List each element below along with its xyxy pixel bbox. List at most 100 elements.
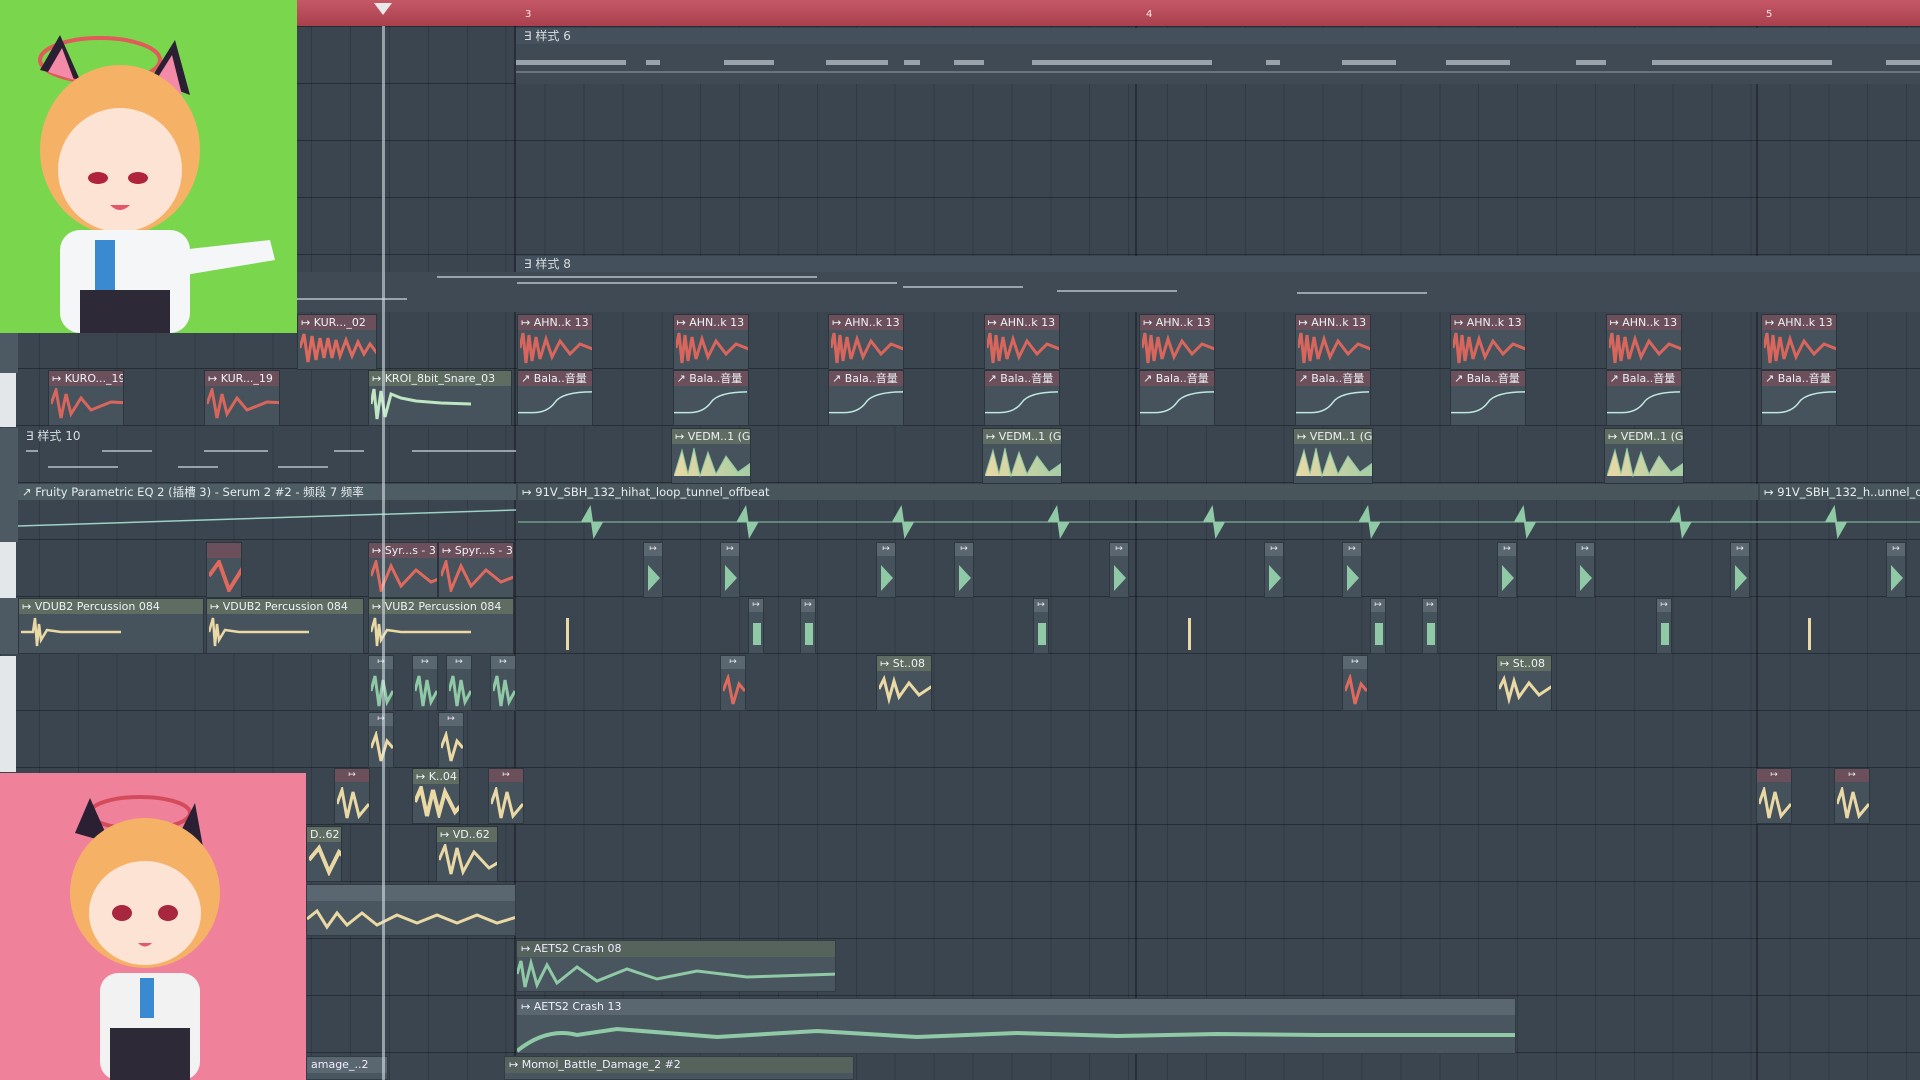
pattern-10-header[interactable]: ∃ 样式 10 [18, 428, 516, 444]
perc-mark-1 [566, 618, 569, 650]
clip-d-62[interactable]: D..62 [306, 826, 342, 882]
clip-bala-4[interactable]: ↗ Bala..音量 [983, 370, 1060, 426]
clip-shot-b-2[interactable]: ↦ [412, 655, 438, 711]
clip-vdub-a[interactable]: ↦ VDUB2 Percussion 084 [18, 598, 204, 654]
clip-damage-a[interactable]: amage_..2 [306, 1056, 388, 1080]
clip-ahn-4[interactable]: ↦ AHN..k 13 [983, 314, 1060, 370]
clip-k-shot-1[interactable]: ↦ [334, 768, 370, 824]
clip-eq-automation[interactable]: ↗ Fruity Parametric EQ 2 (插槽 3) - Serum … [18, 484, 516, 500]
clip-ahn-2[interactable]: ↦ AHN..k 13 [672, 314, 749, 370]
clip-bala-9[interactable]: ↗ Bala..音量 [1761, 370, 1837, 426]
clip-k-04[interactable]: ↦ K..04 [412, 768, 460, 824]
playhead-line [382, 26, 385, 1080]
timeline-ruler[interactable]: 3 4 5 [297, 0, 1920, 26]
clip-hihat-shot-5[interactable]: ↦ [1109, 542, 1129, 598]
clip-hihat-shot-7[interactable]: ↦ [1342, 542, 1362, 598]
clip-k-shot-3[interactable]: ↦ [1756, 768, 1792, 824]
clip-vedm-4[interactable]: ↦ VEDM..1 (G) [1604, 428, 1684, 484]
clip-bala-2[interactable]: ↗ Bala..音量 [672, 370, 749, 426]
clip-ahn-7[interactable]: ↦ AHN..k 13 [1450, 314, 1526, 370]
clip-perc-shot-2[interactable]: ↦ [800, 598, 816, 654]
track-side-4[interactable] [0, 485, 18, 542]
clip-perc-shot-1[interactable]: ↦ [748, 598, 764, 654]
bar-number-4: 4 [1146, 9, 1153, 20]
clip-ahn-5[interactable]: ↦ AHN..k 13 [1139, 314, 1215, 370]
clip-perc-shot-4[interactable]: ↦ [1370, 598, 1386, 654]
clip-k-shot-4[interactable]: ↦ [1834, 768, 1870, 824]
clip-ahn-1[interactable]: ↦ AHN..k 13 [517, 314, 593, 370]
clip-vdub-c[interactable]: ↦ VUB2 Percussion 084 [368, 598, 514, 654]
clip-bala-5[interactable]: ↗ Bala..音量 [1139, 370, 1215, 426]
clip-aets2-crash-08[interactable]: ↦ AETS2 Crash 08 [516, 940, 836, 992]
clip-syr-short[interactable] [206, 542, 242, 598]
playhead-marker-icon[interactable] [374, 3, 392, 15]
clip-hihat-shot-9[interactable]: ↦ [1575, 542, 1595, 598]
track-side-7[interactable] [0, 656, 16, 712]
clip-hihat-shot-4[interactable]: ↦ [954, 542, 974, 598]
clip-ahn-9[interactable]: ↦ AHN..k 13 [1761, 314, 1837, 370]
clip-hihat-shot-6[interactable]: ↦ [1264, 542, 1284, 598]
clip-kur-19b[interactable]: ↦ KUR..._19 [204, 370, 280, 426]
clip-shot-b-4[interactable]: ↦ [490, 655, 516, 711]
clip-ahn-6[interactable]: ↦ AHN..k 13 [1294, 314, 1371, 370]
clip-aets2-crash-13[interactable]: ↦ AETS2 Crash 13 [516, 998, 1516, 1054]
clip-st-08a[interactable]: ↦ St..08 [876, 655, 932, 711]
clip-bala-6[interactable]: ↗ Bala..音量 [1294, 370, 1371, 426]
clip-shot-b-1[interactable]: ↦ [368, 655, 394, 711]
clip-shot-c-2[interactable]: ↦ [438, 712, 464, 768]
pattern-6-header[interactable]: ∃ 样式 6 [516, 28, 1920, 44]
clip-kroi-snare[interactable]: ↦ KROI_8bit_Snare_03 [368, 370, 512, 426]
clip-hihat-loop[interactable]: ↦ 91V_SBH_132_hihat_loop_tunnel_offbeat [518, 484, 1758, 500]
eq-automation-curve[interactable] [18, 500, 516, 540]
clip-syr-a[interactable]: ↦ Syr...s - 3 [368, 542, 438, 598]
track-side-3[interactable] [0, 428, 18, 485]
clip-vedm-2[interactable]: ↦ VEDM..1 (G) [982, 428, 1062, 484]
clip-red-shot-2[interactable]: ↦ [1342, 655, 1368, 711]
bar-line-4 [1135, 26, 1137, 1080]
track-side-5[interactable] [0, 542, 16, 598]
bar-line-5 [1756, 26, 1758, 1080]
clip-vedm-1[interactable]: ↦ VEDM..1 (G) [671, 428, 751, 484]
clip-hihat-loop-2[interactable]: ↦ 91V_SBH_132_h..unnel_o [1760, 484, 1920, 500]
clip-shot-c-1[interactable]: ↦ [368, 712, 394, 768]
clip-hihat-shot-1[interactable]: ↦ [643, 542, 663, 598]
clip-sustain-long[interactable] [306, 884, 516, 936]
streamer-avatar-bottom [0, 773, 306, 1080]
clip-hihat-shot-2[interactable]: ↦ [720, 542, 740, 598]
clip-k-shot-2[interactable]: ↦ [488, 768, 524, 824]
clip-bala-8[interactable]: ↗ Bala..音量 [1605, 370, 1682, 426]
clip-hihat-shot-3[interactable]: ↦ [876, 542, 896, 598]
clip-vdub-b[interactable]: ↦ VDUB2 Percussion 084 [206, 598, 364, 654]
clip-perc-shot-6[interactable]: ↦ [1656, 598, 1672, 654]
pattern-6-clip[interactable] [516, 44, 1920, 84]
perc-mark-2 [1188, 618, 1191, 650]
clip-bala-3[interactable]: ↗ Bala..音量 [828, 370, 904, 426]
clip-vd-62[interactable]: ↦ VD..62 [436, 826, 498, 882]
clip-shot-b-3[interactable]: ↦ [446, 655, 472, 711]
clip-perc-shot-3[interactable]: ↦ [1033, 598, 1049, 654]
track-side-1[interactable] [0, 333, 18, 373]
clip-kuro-19a[interactable]: ↦ KURO..._19 [48, 370, 124, 426]
clip-hihat-shot-10[interactable]: ↦ [1730, 542, 1750, 598]
clip-kur-02[interactable]: ↦ KUR..._02 [297, 314, 377, 370]
clip-ahn-8[interactable]: ↦ AHN..k 13 [1605, 314, 1682, 370]
clip-perc-shot-5[interactable]: ↦ [1422, 598, 1438, 654]
clip-red-shot-1[interactable]: ↦ [720, 655, 746, 711]
pattern-8-clip[interactable] [297, 272, 1920, 312]
clip-hihat-shot-11[interactable]: ↦ [1886, 542, 1906, 598]
clip-momoi-damage[interactable]: ↦ Momoi_Battle_Damage_2 #2 [504, 1056, 854, 1080]
hihat-loop-waveform [518, 500, 1920, 542]
clip-bala-1[interactable]: ↗ Bala..音量 [517, 370, 593, 426]
clip-vedm-3[interactable]: ↦ VEDM..1 (G) [1293, 428, 1373, 484]
clip-syr-b[interactable]: ↦ Spyr...s - 3 [438, 542, 514, 598]
track-side-8[interactable] [0, 712, 16, 772]
perc-mark-3 [1808, 618, 1811, 650]
clip-bala-7[interactable]: ↗ Bala..音量 [1450, 370, 1526, 426]
track-side-6[interactable] [0, 598, 18, 654]
pattern-10-clip[interactable] [18, 444, 516, 484]
pattern-8-header[interactable]: ∃ 样式 8 [516, 256, 1920, 272]
clip-st-08b[interactable]: ↦ St..08 [1496, 655, 1552, 711]
clip-ahn-3[interactable]: ↦ AHN..k 13 [828, 314, 904, 370]
track-side-2[interactable] [0, 373, 16, 427]
clip-hihat-shot-8[interactable]: ↦ [1497, 542, 1517, 598]
